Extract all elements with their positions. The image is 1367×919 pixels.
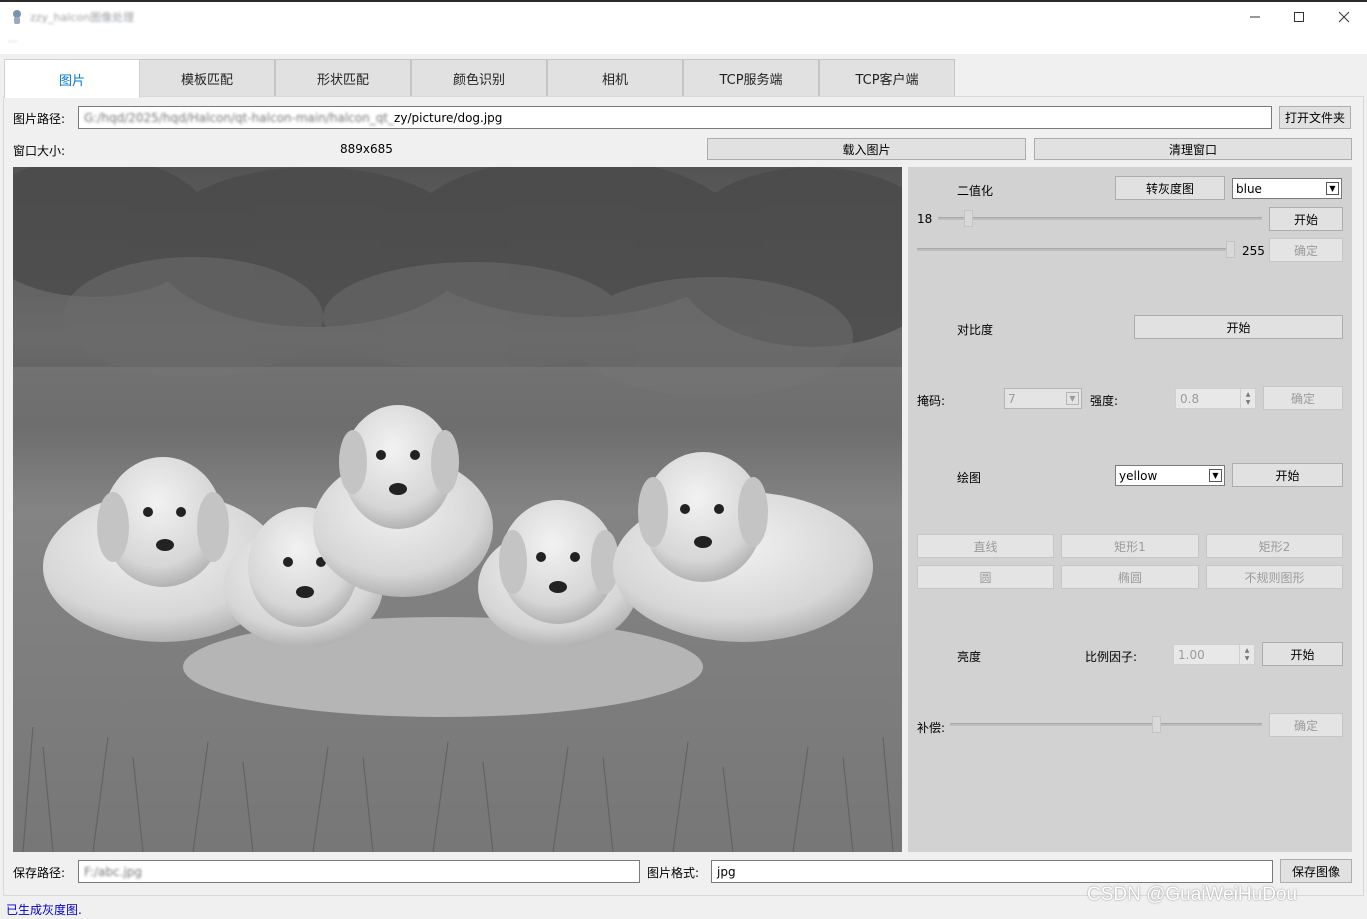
compensate-slider-track[interactable] (950, 723, 1262, 726)
tab-template-match[interactable]: 模板匹配 (139, 59, 275, 96)
format-label: 图片格式: (647, 866, 700, 880)
watermark-text: CSDN @GuaiWeiHuDou (1087, 884, 1298, 905)
mask-select[interactable]: 7 ▼ (1004, 388, 1082, 409)
tab-shape-match[interactable]: 形状匹配 (275, 59, 411, 96)
contrast-label: 对比度 (957, 323, 994, 337)
strength-spinbox[interactable]: 0.8 ▲ ▼ (1175, 388, 1256, 409)
draw-line-button[interactable]: 直线 (917, 534, 1054, 558)
picture-path-input[interactable]: G:/hqd/2025/hqd/Halcon/qt-halcon-main/ha… (78, 106, 1272, 129)
image-display[interactable] (13, 167, 902, 852)
format-value: jpg (717, 864, 736, 879)
picture-path-prefix: G:/hqd/2025/hqd/Halcon/qt-halcon-main/ha… (84, 110, 395, 125)
threshold-low-value: 18 (917, 212, 933, 226)
scale-factor-label: 比例因子: (1085, 650, 1138, 664)
draw-start-button[interactable]: 开始 (1232, 463, 1343, 487)
save-path-value: F:/abc.jpg (84, 864, 143, 879)
color-channel-value: blue (1236, 181, 1262, 196)
save-path-input[interactable]: F:/abc.jpg (78, 860, 640, 883)
tab-color-recognition[interactable]: 颜色识别 (411, 59, 547, 96)
draw-label: 绘图 (957, 471, 982, 485)
draw-circle-button[interactable]: 圆 (917, 565, 1054, 589)
tab-camera[interactable]: 相机 (547, 59, 683, 96)
picture-path-label: 图片路径: (13, 112, 66, 126)
compensate-label: 补偿: (917, 721, 946, 735)
maximize-icon[interactable] (1276, 4, 1322, 30)
mask-value: 7 (1008, 391, 1016, 406)
strength-label: 强度: (1090, 394, 1119, 408)
draw-ellipse-button[interactable]: 椭圆 (1061, 565, 1199, 589)
contrast-confirm-button[interactable]: 确定 (1263, 386, 1343, 410)
control-panel (908, 167, 1352, 852)
draw-rect1-button[interactable]: 矩形1 (1061, 534, 1199, 558)
binarize-label: 二值化 (957, 184, 994, 198)
picture-path-value: zy/picture/dog.jpg (394, 110, 503, 125)
open-folder-button[interactable]: 打开文件夹 (1279, 106, 1351, 129)
threshold-high-slider-track[interactable] (917, 248, 1235, 251)
mask-label: 掩码: (917, 394, 946, 408)
app-icon (11, 10, 23, 24)
strength-value: 0.8 (1180, 391, 1200, 406)
chevron-down-icon: ▼ (1326, 182, 1339, 195)
save-path-label: 保存路径: (13, 866, 66, 880)
spin-arrows-icon[interactable]: ▲ ▼ (1240, 389, 1255, 408)
puppies-image (13, 167, 902, 852)
menu-bar (0, 34, 1367, 54)
window-size-label: 窗口大小: (13, 144, 66, 158)
format-input[interactable]: jpg (711, 860, 1273, 883)
compensate-slider-handle[interactable] (1152, 716, 1161, 733)
brightness-start-button[interactable]: 开始 (1262, 642, 1343, 666)
brightness-label: 亮度 (957, 650, 982, 664)
chevron-down-icon: ▼ (1209, 469, 1222, 482)
compensate-confirm-button[interactable]: 确定 (1269, 713, 1343, 737)
binarize-confirm-button[interactable]: 确定 (1269, 238, 1343, 262)
draw-irregular-button[interactable]: 不规则图形 (1206, 565, 1343, 589)
tab-tcp-client[interactable]: TCP客户端 (819, 59, 955, 96)
minimize-icon[interactable] (1232, 4, 1278, 30)
draw-color-select[interactable]: yellow ▼ (1115, 465, 1225, 486)
tab-tcp-server[interactable]: TCP服务端 (683, 59, 819, 96)
scale-factor-spinbox[interactable]: 1.00 ▲ ▼ (1173, 644, 1255, 665)
menu-item[interactable]: ··· (8, 37, 18, 48)
status-bar-text: 已生成灰度图. (6, 903, 82, 917)
clear-window-button[interactable]: 清理窗口 (1034, 138, 1352, 160)
threshold-low-slider-track[interactable] (938, 217, 1262, 220)
threshold-high-value: 255 (1242, 244, 1265, 258)
threshold-high-slider-handle[interactable] (1226, 241, 1235, 258)
to-gray-button[interactable]: 转灰度图 (1115, 176, 1225, 200)
window-title: zzy_halcon图像处理 (30, 11, 135, 24)
draw-color-value: yellow (1119, 468, 1158, 483)
contrast-start-button[interactable]: 开始 (1134, 315, 1343, 339)
scale-factor-value: 1.00 (1178, 647, 1205, 662)
title-bar (0, 0, 1367, 34)
draw-rect2-button[interactable]: 矩形2 (1206, 534, 1343, 558)
tab-picture[interactable]: 图片 (4, 59, 140, 98)
color-channel-select[interactable]: blue ▼ (1232, 178, 1342, 199)
load-image-button[interactable]: 载入图片 (707, 138, 1026, 160)
chevron-down-icon: ▼ (1066, 392, 1079, 405)
spin-arrows-icon[interactable]: ▲ ▼ (1239, 645, 1254, 664)
close-icon[interactable] (1321, 4, 1367, 30)
save-image-button[interactable]: 保存图像 (1280, 859, 1352, 883)
binarize-start-button[interactable]: 开始 (1269, 207, 1343, 231)
threshold-low-slider-handle[interactable] (964, 210, 973, 227)
window-size-value: 889x685 (340, 142, 393, 156)
